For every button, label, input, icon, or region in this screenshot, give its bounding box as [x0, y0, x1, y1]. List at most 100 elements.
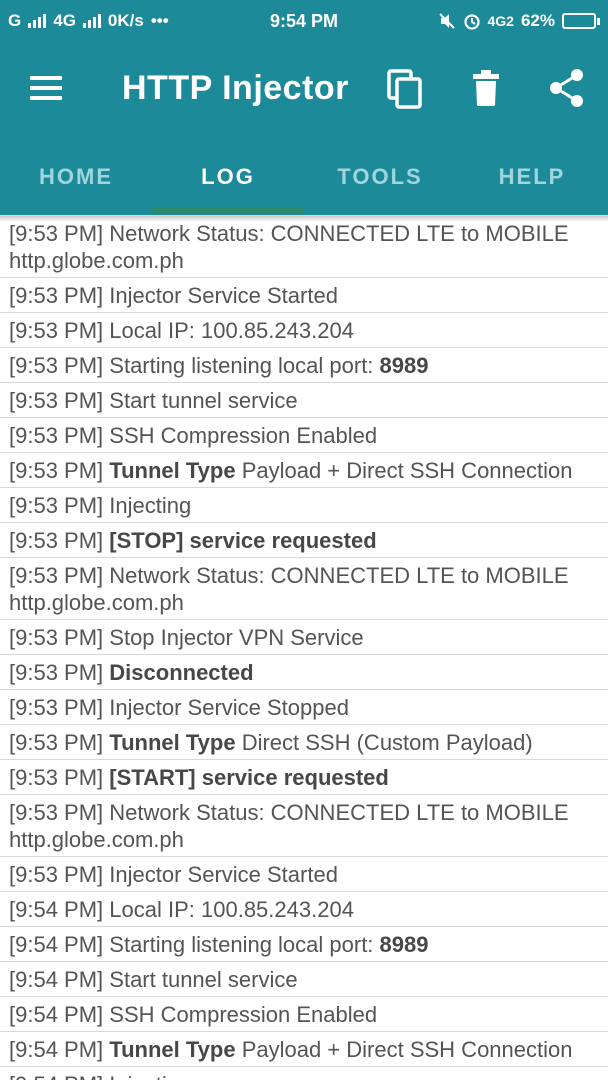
log-message: Payload + Direct SSH Connection: [235, 458, 573, 483]
log-timestamp: [9:54 PM]: [9, 967, 104, 992]
log-entry: [9:54 PM] Injecting: [0, 1067, 608, 1080]
log-entry: [9:53 PM] Start tunnel service: [0, 383, 608, 418]
log-entry: [9:53 PM] Starting listening local port:…: [0, 348, 608, 383]
log-timestamp: [9:53 PM]: [9, 458, 104, 483]
status-bar: G 4G 0K/s ••• 9:54 PM 4G2 62%: [0, 0, 608, 42]
more-notifications-icon: •••: [150, 11, 169, 30]
tab-log[interactable]: LOG: [152, 138, 304, 216]
tab-help[interactable]: HELP: [456, 138, 608, 216]
copy-icon[interactable]: [386, 68, 424, 110]
log-highlight: [START] service requested: [109, 765, 389, 790]
log-timestamp: [9:53 PM]: [9, 493, 104, 518]
status-right: 4G2 62%: [438, 11, 600, 31]
log-entry: [9:53 PM] Network Status: CONNECTED LTE …: [0, 216, 608, 278]
log-timestamp: [9:53 PM]: [9, 862, 104, 887]
log-message: Direct SSH (Custom Payload): [235, 730, 533, 755]
log-message: Start tunnel service: [109, 388, 298, 413]
mute-icon: [438, 13, 455, 29]
battery-percent: 62%: [520, 11, 555, 30]
tab-label: HOME: [39, 164, 113, 189]
log-timestamp: [9:53 PM]: [9, 528, 104, 553]
log-highlight: [STOP] service requested: [109, 528, 377, 553]
log-timestamp: [9:54 PM]: [9, 1002, 104, 1027]
log-list[interactable]: [9:53 PM] Network Status: CONNECTED LTE …: [0, 206, 608, 1080]
log-entry: [9:54 PM] SSH Compression Enabled: [0, 997, 608, 1032]
log-entry: [9:53 PM] SSH Compression Enabled: [0, 418, 608, 453]
network-type-badge: 4G2: [487, 13, 514, 29]
network-speed: 0K/s: [107, 11, 144, 30]
tab-label: HELP: [498, 164, 566, 189]
log-highlight: 8989: [379, 932, 429, 957]
log-timestamp: [9:53 PM]: [9, 800, 104, 825]
carrier2-label: 4G: [53, 11, 76, 30]
log-entry: [9:54 PM] Starting listening local port:…: [0, 927, 608, 962]
log-timestamp: [9:53 PM]: [9, 221, 104, 246]
log-timestamp: [9:53 PM]: [9, 353, 104, 378]
log-timestamp: [9:54 PM]: [9, 1037, 104, 1062]
log-entry-partial: [0, 206, 608, 216]
log-timestamp: [9:53 PM]: [9, 765, 104, 790]
log-message: Injector Service Started: [109, 283, 338, 308]
log-timestamp: [9:53 PM]: [9, 625, 104, 650]
menu-icon[interactable]: [30, 76, 64, 102]
log-message: Injecting: [109, 493, 192, 518]
tab-label: LOG: [201, 164, 255, 189]
log-message: Local IP: 100.85.243.204: [109, 318, 354, 343]
log-message: Start tunnel service: [109, 967, 298, 992]
log-timestamp: [9:53 PM]: [9, 388, 104, 413]
carrier1-label: G: [8, 11, 22, 30]
log-timestamp: [9:53 PM]: [9, 730, 104, 755]
log-timestamp: [9:54 PM]: [9, 897, 104, 922]
log-message: Injecting: [109, 1072, 191, 1080]
log-message: Injector Service Started: [109, 862, 338, 887]
log-entry: [9:53 PM] Injecting: [0, 488, 608, 523]
log-timestamp: [9:53 PM]: [9, 318, 104, 343]
log-entry: [9:53 PM] Tunnel Type Direct SSH (Custom…: [0, 725, 608, 760]
log-timestamp: [9:53 PM]: [9, 423, 104, 448]
tab-bar-shadow: [0, 216, 608, 222]
log-timestamp: [9:53 PM]: [9, 563, 104, 588]
log-timestamp: [9:54 PM]: [9, 1072, 103, 1080]
log-highlight: Tunnel Type: [109, 730, 236, 755]
log-entry: [9:53 PM] Network Status: CONNECTED LTE …: [0, 558, 608, 620]
signal-icon: [82, 14, 101, 28]
log-entry: [9:53 PM] Local IP: 100.85.243.204: [0, 313, 608, 348]
log-entry: [9:53 PM] Disconnected: [0, 655, 608, 690]
log-timestamp: [9:53 PM]: [9, 660, 104, 685]
log-entry: [9:53 PM] Network Status: CONNECTED LTE …: [0, 795, 608, 857]
app-title: HTTP Injector: [122, 69, 349, 107]
log-message: SSH Compression Enabled: [109, 1002, 378, 1027]
battery-icon: [562, 13, 600, 29]
log-entry: [9:54 PM] Local IP: 100.85.243.204: [0, 892, 608, 927]
share-icon[interactable]: [549, 68, 585, 108]
tab-bar: HOME LOG TOOLS HELP: [0, 138, 608, 216]
log-timestamp: [9:53 PM]: [9, 283, 104, 308]
log-entry: [9:53 PM] [STOP] service requested: [0, 523, 608, 558]
log-entry: [9:53 PM] [START] service requested: [0, 760, 608, 795]
log-timestamp: [9:53 PM]: [9, 695, 104, 720]
log-highlight: Tunnel Type: [109, 1037, 236, 1062]
signal-icon: [28, 14, 47, 28]
log-entry: [9:53 PM] Injector Service Started: [0, 278, 608, 313]
log-entry: [9:53 PM] Stop Injector VPN Service: [0, 620, 608, 655]
log-entry: [9:53 PM] Tunnel Type Payload + Direct S…: [0, 453, 608, 488]
log-message: SSH Compression Enabled: [109, 423, 378, 448]
log-highlight: 8989: [379, 353, 429, 378]
log-message: Starting listening local port:: [109, 932, 380, 957]
app-toolbar: HTTP Injector: [0, 42, 608, 138]
tab-home[interactable]: HOME: [0, 138, 152, 216]
log-message: Starting listening local port:: [109, 353, 380, 378]
tab-label: TOOLS: [337, 164, 423, 189]
delete-icon[interactable]: [472, 68, 500, 108]
alarm-icon: [463, 14, 480, 30]
log-message: Payload + Direct SSH Connection: [235, 1037, 573, 1062]
log-entry: [9:53 PM] Injector Service Stopped: [0, 690, 608, 725]
tab-tools[interactable]: TOOLS: [304, 138, 456, 216]
log-highlight: Disconnected: [109, 660, 254, 685]
log-message: Stop Injector VPN Service: [109, 625, 364, 650]
log-highlight: Tunnel Type: [109, 458, 236, 483]
log-message: Local IP: 100.85.243.204: [109, 897, 354, 922]
log-timestamp: [9:54 PM]: [9, 932, 104, 957]
log-entry: [9:54 PM] Start tunnel service: [0, 962, 608, 997]
log-entry: [9:53 PM] Injector Service Started: [0, 857, 608, 892]
